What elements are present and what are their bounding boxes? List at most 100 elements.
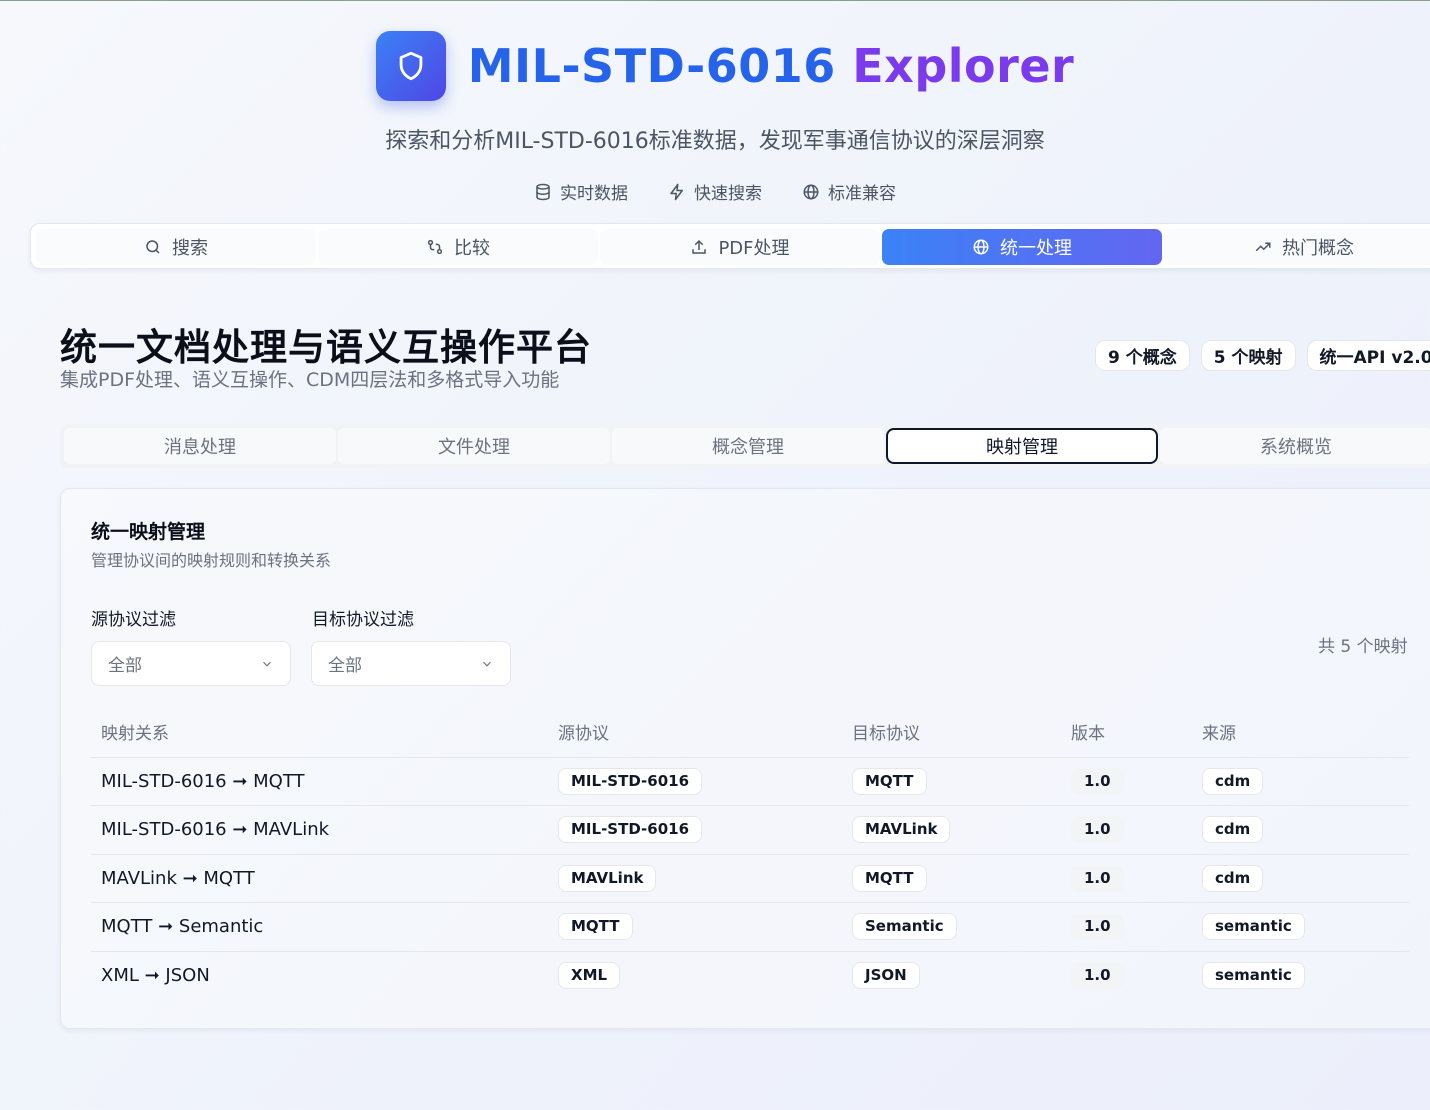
source-cell: MAVLink (548, 854, 842, 903)
subtab-files[interactable]: 文件处理 (338, 428, 610, 464)
target-cell: MQTT (842, 854, 1061, 903)
target-filter-label: 目标协议过滤 (312, 610, 414, 630)
mapping-cell: MAVLink ➞ MQTT (91, 854, 548, 903)
source-cell: MIL-STD-6016 (548, 757, 842, 806)
compare-icon (427, 239, 443, 255)
top-border (0, 0, 1430, 1)
version-cell: 1.0 (1061, 951, 1192, 1000)
version-cell: 1.0 (1061, 757, 1192, 806)
tab-pdf[interactable]: PDF处理 (600, 229, 880, 265)
table-row[interactable]: MIL-STD-6016 ➞ MAVLink MIL-STD-6016 MAVL… (91, 805, 1409, 855)
zap-icon (670, 183, 683, 200)
feature-item: 快速搜索 (668, 179, 762, 204)
version-cell: 1.0 (1061, 902, 1192, 952)
search-icon (146, 240, 160, 254)
version-badge: 1.0 (1071, 864, 1124, 892)
subtab-messages[interactable]: 消息处理 (64, 428, 336, 464)
source-protocol-badge: MQTT (558, 913, 633, 941)
feature-label: 快速搜索 (694, 184, 762, 204)
table-row[interactable]: XML ➞ JSON XML JSON 1.0 semantic (91, 951, 1409, 1000)
tab-unified[interactable]: 统一处理 (882, 229, 1162, 265)
target-cell: JSON (842, 951, 1061, 1000)
trending-icon (1255, 242, 1271, 252)
subtab-overview[interactable]: 系统概览 (1160, 428, 1430, 464)
version-badge: 1.0 (1071, 913, 1124, 941)
database-icon (536, 183, 550, 200)
source-cell: MIL-STD-6016 (548, 805, 842, 855)
origin-badge: cdm (1202, 816, 1264, 844)
mapping-cell: MQTT ➞ Semantic (91, 902, 548, 952)
source-filter-value: 全部 (108, 656, 142, 676)
version-cell: 1.0 (1061, 854, 1192, 903)
tab-trending[interactable]: 热门概念 (1164, 229, 1430, 265)
tab-compare[interactable]: 比较 (318, 229, 598, 265)
header-target: 目标协议 (842, 707, 1061, 758)
concept-count-badge: 9 个概念 (1095, 340, 1190, 371)
chevron-down-icon (483, 661, 491, 667)
source-cell: XML (548, 951, 842, 1000)
source-protocol-badge: MIL-STD-6016 (558, 767, 703, 795)
app-title: MIL-STD-6016 Explorer (468, 39, 1074, 93)
target-protocol-badge: MQTT (852, 864, 927, 892)
mapping-cell: MIL-STD-6016 ➞ MAVLink (91, 805, 548, 855)
version-badge: 1.0 (1071, 962, 1124, 989)
target-filter-select[interactable]: 全部 (311, 641, 511, 686)
tab-label: PDF处理 (718, 238, 790, 259)
mapping-table: 映射关系 源协议 目标协议 版本 来源 MIL-STD-6016 ➞ MQTT … (91, 707, 1409, 1000)
app-title-part1: MIL-STD-6016 (467, 39, 836, 93)
target-protocol-badge: MAVLink (852, 816, 951, 844)
app-title-part2: Explorer (852, 39, 1075, 93)
origin-cell: cdm (1192, 805, 1409, 855)
tab-search[interactable]: 搜索 (36, 229, 316, 265)
source-protocol-badge: XML (558, 962, 621, 989)
mapping-cell: MIL-STD-6016 ➞ MQTT (91, 757, 548, 806)
header-mapping: 映射关系 (91, 707, 548, 758)
subtab-concepts[interactable]: 概念管理 (612, 428, 884, 464)
header-source: 源协议 (548, 707, 842, 758)
page-title: 统一文档处理与语义互操作平台 (60, 326, 592, 369)
stats-badges: 9 个概念 5 个映射 统一API v2.0 (1095, 340, 1430, 371)
target-cell: Semantic (842, 902, 1061, 952)
page-subtitle: 集成PDF处理、语义互操作、CDM四层法和多格式导入功能 (60, 369, 560, 391)
origin-badge: cdm (1202, 864, 1264, 892)
feature-list: 实时数据 快速搜索 标准兼容 (0, 179, 1430, 204)
header-version: 版本 (1061, 707, 1192, 758)
globe-icon (973, 239, 989, 255)
subtab-mappings[interactable]: 映射管理 (886, 428, 1158, 464)
logo-row: MIL-STD-6016 Explorer (20, 31, 1430, 101)
mapping-count-badge: 5 个映射 (1200, 340, 1296, 371)
shield-icon (375, 31, 446, 101)
source-protocol-badge: MIL-STD-6016 (558, 816, 703, 844)
api-version-badge: 统一API v2.0 (1306, 340, 1430, 371)
tab-label: 比较 (454, 238, 490, 259)
source-filter-label: 源协议过滤 (91, 610, 176, 630)
globe-icon (803, 184, 819, 199)
header-origin: 来源 (1192, 707, 1409, 758)
target-filter-value: 全部 (328, 656, 362, 676)
target-cell: MQTT (842, 757, 1061, 806)
total-count: 共 5 个映射 (1318, 637, 1408, 657)
mapping-cell: XML ➞ JSON (101, 965, 210, 986)
app-subtitle: 探索和分析MIL-STD-6016标准数据，发现军事通信协议的深层洞察 (385, 129, 1045, 154)
table-row[interactable]: MIL-STD-6016 ➞ MQTT MIL-STD-6016 MQTT 1.… (91, 757, 1409, 806)
origin-cell: semantic (1192, 951, 1409, 1000)
sub-tab-bar: 消息处理 文件处理 概念管理 映射管理 系统概览 (60, 424, 1430, 468)
table-header-row: 映射关系 源协议 目标协议 版本 来源 (91, 707, 1409, 758)
target-protocol-badge: MQTT (852, 767, 927, 795)
version-cell: 1.0 (1061, 805, 1192, 855)
tab-label: 搜索 (172, 238, 208, 259)
source-filter-select[interactable]: 全部 (91, 641, 291, 686)
origin-badge: semantic (1202, 913, 1305, 941)
origin-badge: cdm (1202, 767, 1264, 795)
origin-cell: semantic (1192, 902, 1409, 952)
table-row[interactable]: MQTT ➞ Semantic MQTT Semantic 1.0 semant… (91, 902, 1409, 952)
feature-item: 实时数据 (534, 179, 628, 204)
target-protocol-badge: Semantic (852, 913, 957, 941)
table-row[interactable]: MAVLink ➞ MQTT MAVLink MQTT 1.0 cdm (91, 854, 1409, 903)
mapping-card: 统一映射管理 管理协议间的映射规则和转换关系 源协议过滤 全部 目标协议过滤 全… (60, 488, 1430, 1029)
card-title: 统一映射管理 (91, 521, 206, 543)
card-subtitle: 管理协议间的映射规则和转换关系 (91, 551, 332, 570)
feature-item: 标准兼容 (802, 179, 896, 204)
origin-badge: semantic (1202, 962, 1305, 989)
app-header: MIL-STD-6016 Explorer 探索和分析MIL-STD-6016标… (0, 31, 1430, 204)
